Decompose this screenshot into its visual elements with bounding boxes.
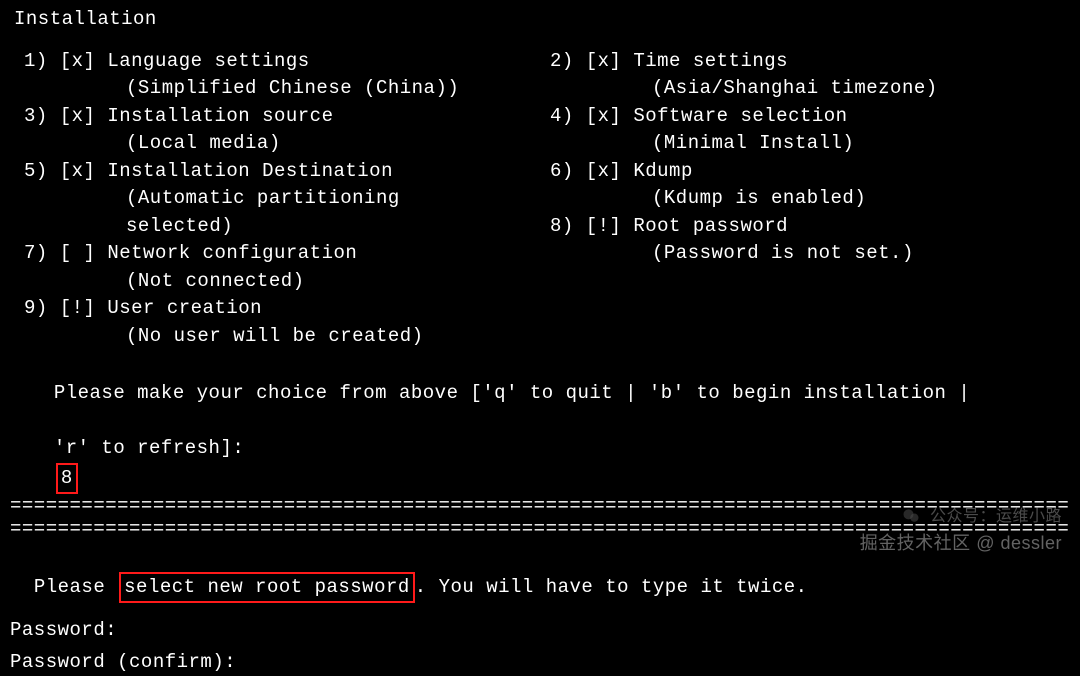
menu-item-4[interactable]: 4) [x] Software selection bbox=[550, 103, 1070, 131]
menu-item-9-sub: (No user will be created) bbox=[10, 323, 550, 351]
menu-item-5-sub: (Automatic partitioning bbox=[10, 185, 550, 213]
menu-item-3-sub: (Local media) bbox=[10, 130, 550, 158]
page-title: Installation bbox=[14, 6, 1070, 34]
highlight-select-root-password: select new root password bbox=[119, 572, 415, 604]
menu-item-7[interactable]: 7) [ ] Network configuration bbox=[10, 240, 550, 268]
installation-menu: 1) [x] Language settings 2) [x] Time set… bbox=[10, 48, 1070, 351]
menu-item-5[interactable]: 5) [x] Installation Destination bbox=[10, 158, 550, 186]
menu-item-3[interactable]: 3) [x] Installation source bbox=[10, 103, 550, 131]
menu-item-8-sub: (Password is not set.) bbox=[550, 240, 1070, 268]
choice-input[interactable]: 8 bbox=[56, 463, 78, 495]
menu-item-2[interactable]: 2) [x] Time settings bbox=[550, 48, 1070, 76]
menu-item-6-sub: (Kdump is enabled) bbox=[550, 185, 1070, 213]
menu-item-6[interactable]: 6) [x] Kdump bbox=[550, 158, 1070, 186]
password-field[interactable]: Password: bbox=[10, 617, 1070, 645]
menu-item-1-sub: (Simplified Chinese (China)) bbox=[10, 75, 550, 103]
divider-line-2: ========================================… bbox=[10, 519, 1070, 540]
menu-item-2-sub: (Asia/Shanghai timezone) bbox=[550, 75, 1070, 103]
divider-line-1: ========================================… bbox=[10, 496, 1070, 517]
menu-item-4-sub: (Minimal Install) bbox=[550, 130, 1070, 158]
menu-item-7-sub: (Not connected) bbox=[10, 268, 550, 296]
menu-item-9[interactable]: 9) [!] User creation bbox=[10, 295, 550, 323]
menu-item-1[interactable]: 1) [x] Language settings bbox=[10, 48, 550, 76]
menu-item-5-sub2: selected) bbox=[10, 213, 550, 241]
choice-prompt: Please make your choice from above ['q' … bbox=[10, 353, 1070, 495]
menu-item-8[interactable]: 8) [!] Root password bbox=[550, 213, 1070, 241]
password-confirm-field[interactable]: Password (confirm): bbox=[10, 649, 1070, 676]
